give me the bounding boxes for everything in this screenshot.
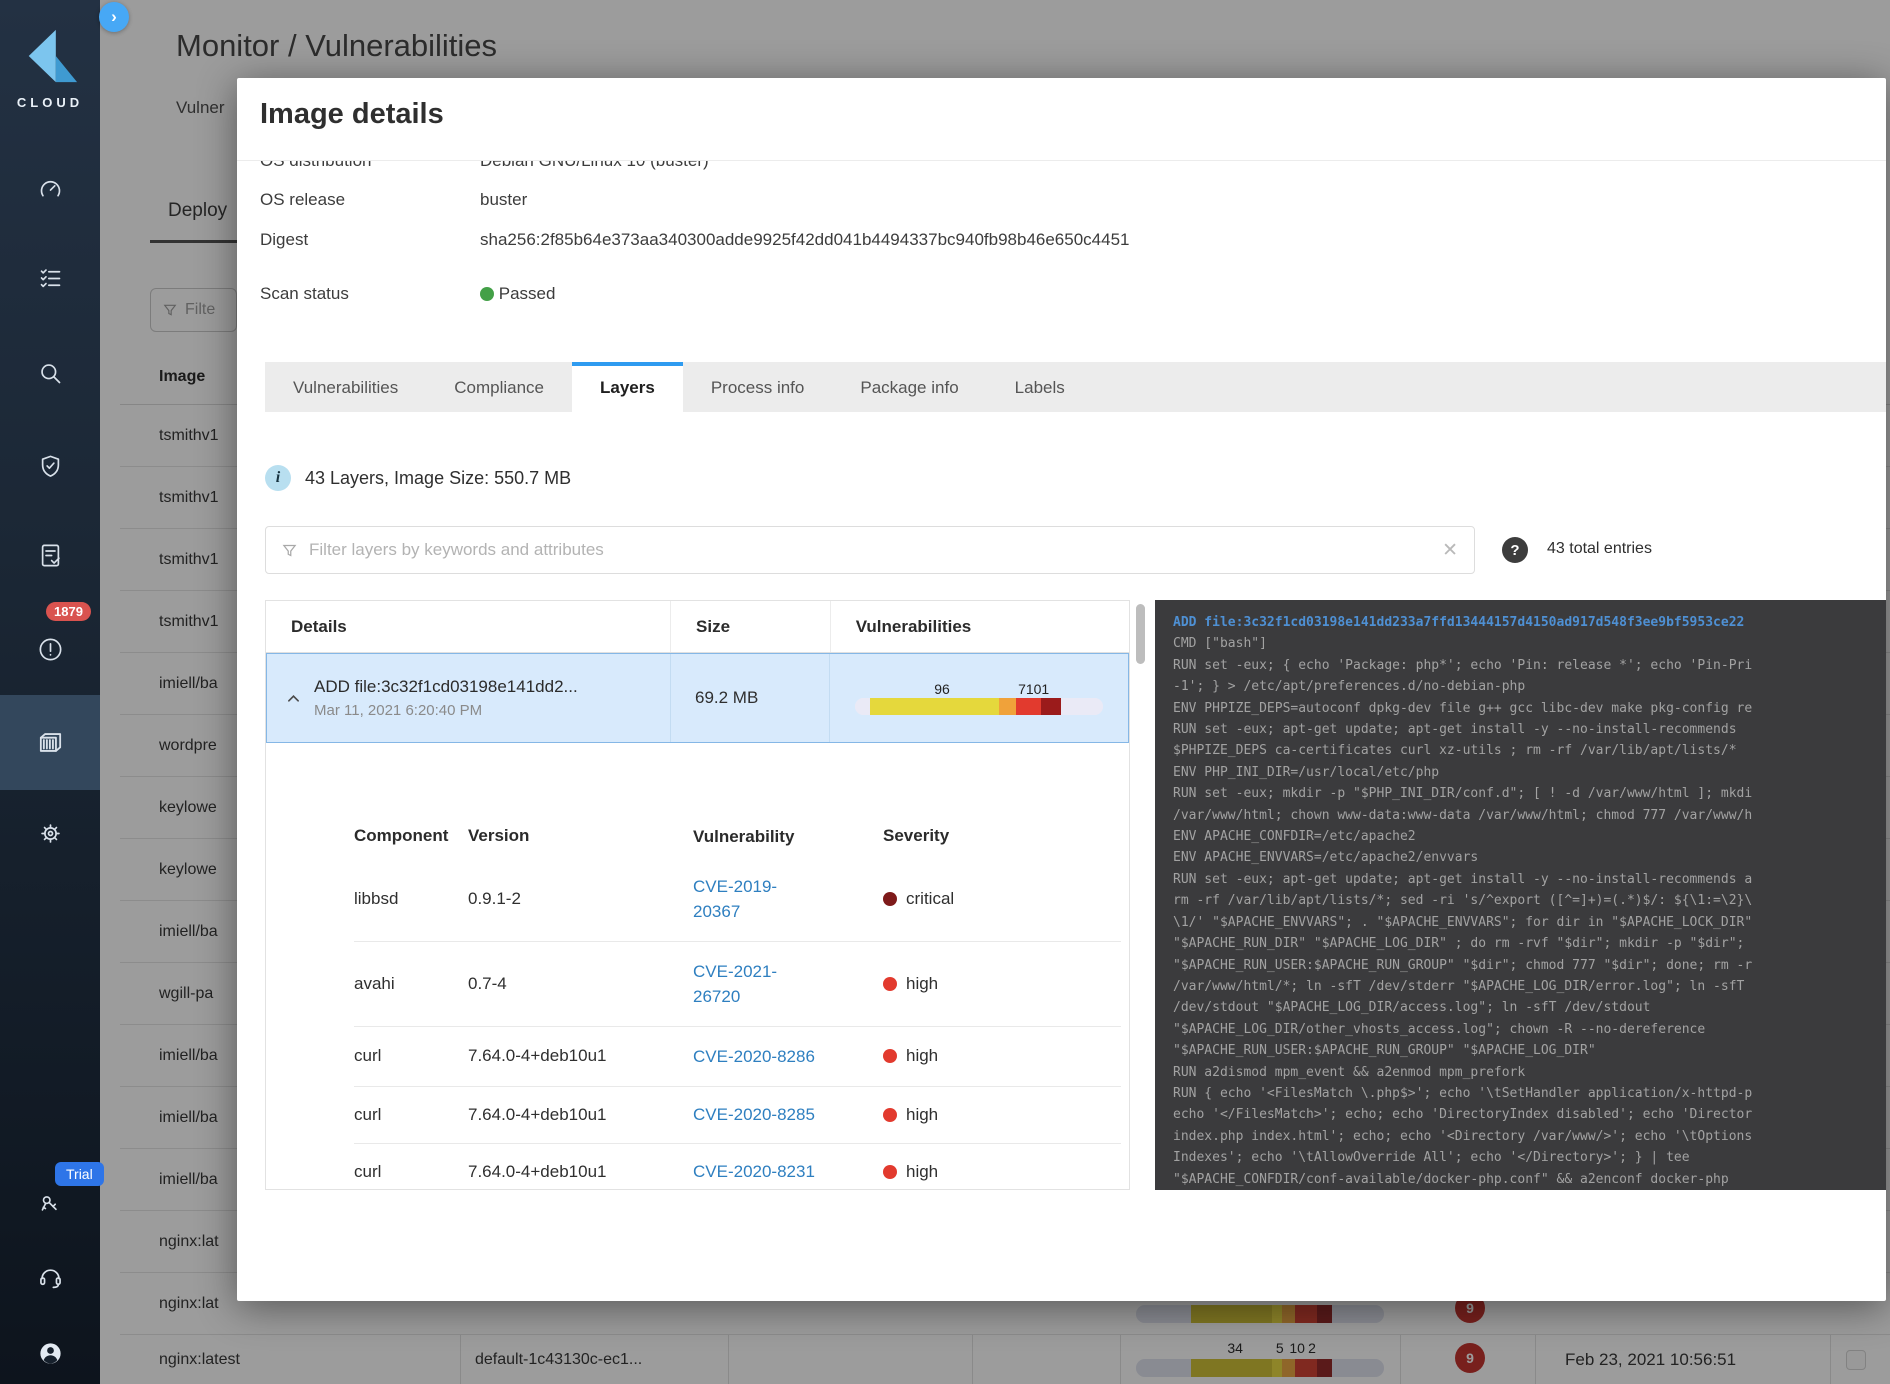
sidebar-item-settings[interactable] — [0, 796, 100, 870]
sidebar-item-support[interactable] — [0, 1240, 100, 1314]
sidebar-item-profile[interactable] — [0, 1316, 100, 1384]
layers-filter-input[interactable] — [307, 539, 1432, 561]
sidebar-item-investigate[interactable] — [0, 336, 100, 410]
header-vulnerabilities: Vulnerabilities — [830, 601, 1129, 652]
sidebar-item-reports[interactable] — [0, 518, 100, 592]
tab-layers[interactable]: Layers — [572, 362, 683, 412]
modal-tabbar: Vulnerabilities Compliance Layers Proces… — [265, 362, 1886, 412]
sidebar-item-policies[interactable] — [0, 241, 100, 315]
header-version: Version — [468, 826, 693, 846]
collapse-caret-icon[interactable] — [287, 694, 300, 703]
layers-summary: 43 Layers, Image Size: 550.7 MB — [305, 468, 571, 489]
shield-check-icon — [37, 453, 64, 480]
field-label: OS distribution — [260, 161, 372, 171]
tab-process-info[interactable]: Process info — [683, 362, 833, 412]
os-release-value: buster — [480, 190, 527, 210]
trial-badge: Trial — [55, 1162, 104, 1186]
scan-status-value: Passed — [480, 284, 555, 304]
severity-dot — [883, 892, 897, 906]
layer-vulnerability-cell: 967101 — [829, 654, 1128, 742]
cve-link[interactable]: CVE-2020-8285 — [693, 1102, 883, 1127]
prisma-arrow-icon — [21, 26, 79, 86]
layer-bar-labels: 967101 — [855, 681, 1103, 698]
gauge-icon — [37, 176, 64, 203]
header-severity: Severity — [883, 826, 949, 846]
brand-logo[interactable]: CLOUD — [0, 26, 100, 110]
scan-status-label: Scan status — [260, 284, 349, 304]
layer-date: Mar 11, 2021 6:20:40 PM — [314, 702, 578, 719]
cve-link[interactable]: CVE-2020-8286 — [693, 1044, 883, 1069]
sidebar-expand-button[interactable]: › — [99, 2, 129, 32]
report-check-icon — [37, 542, 64, 569]
layer-size: 69.2 MB — [670, 654, 829, 742]
cve-link[interactable]: CVE-2019-20367 — [693, 874, 883, 924]
user-icon — [37, 1340, 64, 1367]
component-row: avahi 0.7-4 CVE-2021-26720 high — [354, 941, 1121, 1026]
layer-name: ADD file:3c32f1cd03198e141dd2... — [314, 677, 578, 697]
header-details: Details — [266, 601, 670, 652]
field-value: Debian GNU/Linux 10 (buster) — [480, 161, 709, 171]
alert-circle-icon — [37, 636, 64, 663]
components-header-row: Component Version Vulnerability Severity — [354, 821, 1121, 851]
dockerfile-commands-panel: ADD file:3c32f1cd03198e141dd233a7ffd1344… — [1155, 600, 1886, 1190]
severity-dot — [883, 1108, 897, 1122]
headset-icon — [37, 1264, 64, 1291]
status-dot-passed — [480, 287, 494, 301]
tab-compliance[interactable]: Compliance — [426, 362, 572, 412]
sidebar-item-compliance[interactable] — [0, 429, 100, 503]
component-row: curl 7.64.0-4+deb10u1 CVE-2020-8231 high — [354, 1143, 1121, 1190]
brand-logo-text: CLOUD — [0, 95, 100, 110]
layer-row-selected[interactable]: ADD file:3c32f1cd03198e141dd2... Mar 11,… — [266, 653, 1129, 743]
os-release-label: OS release — [260, 190, 345, 210]
severity-dot — [883, 1165, 897, 1179]
component-row: curl 7.64.0-4+deb10u1 CVE-2020-8285 high — [354, 1086, 1121, 1143]
checklist-icon — [37, 265, 64, 292]
digest-value: sha256:2f85b64e373aa340300adde9925f42dd0… — [480, 230, 1130, 250]
alerts-count-badge: 1879 — [46, 602, 91, 621]
layers-table: Details Size Vulnerabilities ADD file:3c… — [265, 600, 1130, 1190]
layers-table-header: Details Size Vulnerabilities — [266, 601, 1129, 653]
clear-filter-icon[interactable]: ✕ — [1442, 539, 1458, 562]
sidebar-item-dashboard[interactable] — [0, 152, 100, 226]
modal-title: Image details — [260, 98, 444, 131]
search-icon — [37, 360, 64, 387]
header-vulnerability: Vulnerability — [693, 824, 883, 849]
app-window: Monitor / Vulnerabilities Vulner Deploy … — [0, 0, 1890, 1384]
severity-dot — [883, 977, 897, 991]
header-size: Size — [670, 601, 830, 652]
total-entries: 43 total entries — [1547, 540, 1652, 558]
severity-dot — [883, 1049, 897, 1063]
info-icon: i — [265, 465, 291, 491]
funnel-icon — [282, 543, 297, 558]
header-component: Component — [354, 826, 468, 846]
cve-link[interactable]: CVE-2021-26720 — [693, 959, 883, 1009]
tab-vulnerabilities[interactable]: Vulnerabilities — [265, 362, 426, 412]
field-row-os-distribution: OS distribution Debian GNU/Linux 10 (bus… — [237, 161, 1886, 176]
sidebar-item-alerts[interactable] — [0, 612, 100, 686]
digest-label: Digest — [260, 230, 308, 250]
tab-package-info[interactable]: Package info — [832, 362, 986, 412]
tab-labels[interactable]: Labels — [987, 362, 1093, 412]
container-icon — [36, 728, 65, 757]
layer-vulnerability-bar — [855, 698, 1103, 715]
cve-link[interactable]: CVE-2020-8231 — [693, 1159, 883, 1184]
component-row: curl 7.64.0-4+deb10u1 CVE-2020-8286 high — [354, 1026, 1121, 1086]
scrollbar-thumb[interactable] — [1136, 604, 1145, 664]
layers-filter: ✕ — [265, 526, 1475, 574]
help-icon[interactable]: ? — [1502, 537, 1528, 563]
sidebar-item-images[interactable] — [0, 695, 100, 790]
gear-icon — [37, 820, 64, 847]
layers-scrollbar[interactable] — [1136, 600, 1145, 1190]
image-details-modal: Image details OS distribution Debian GNU… — [237, 78, 1886, 1301]
component-row: libbsd 0.9.1-2 CVE-2019-20367 critical — [354, 856, 1121, 941]
sidebar: CLOUD 1879 Trial — [0, 0, 100, 1384]
keys-icon — [37, 1192, 63, 1218]
